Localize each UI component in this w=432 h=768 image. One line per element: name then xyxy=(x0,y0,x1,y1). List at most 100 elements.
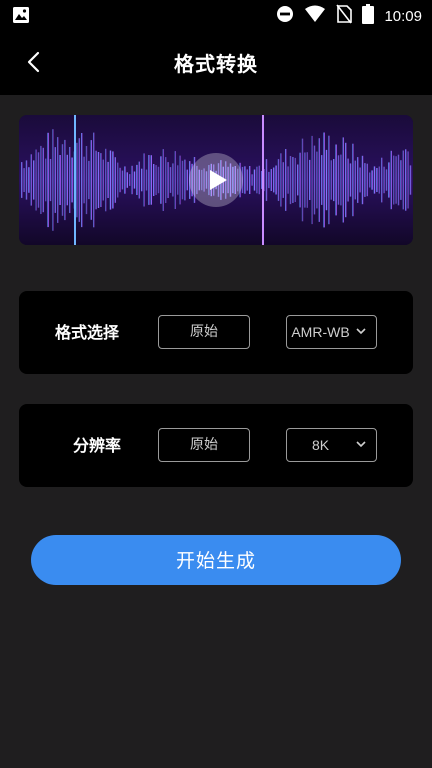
waveform-bar xyxy=(174,151,176,209)
waveform-bar xyxy=(37,152,40,208)
start-generate-button[interactable]: 开始生成 xyxy=(31,535,401,585)
resolution-dropdown[interactable]: 8K xyxy=(286,428,377,462)
waveform-bar xyxy=(165,157,167,203)
waveform-bar xyxy=(294,157,296,202)
waveform-bar xyxy=(157,166,160,194)
waveform-marker xyxy=(74,115,76,245)
play-button[interactable] xyxy=(189,153,243,207)
format-dropdown[interactable]: AMR-WB xyxy=(286,315,377,349)
chevron-down-icon xyxy=(356,328,366,335)
waveform-bar xyxy=(59,155,61,205)
waveform-bar xyxy=(136,164,138,195)
app-bar: 格式转换 xyxy=(0,30,432,95)
waveform-bar xyxy=(313,145,316,215)
waveform-bar xyxy=(131,165,133,195)
waveform-bar xyxy=(337,155,340,205)
waveform-bar xyxy=(265,159,268,201)
waveform-bar xyxy=(107,161,109,198)
waveform-bar xyxy=(347,158,349,202)
waveform-bar xyxy=(28,167,30,193)
audio-waveform[interactable] xyxy=(19,115,413,245)
waveform-bar xyxy=(289,156,292,205)
waveform-bar xyxy=(88,160,90,200)
waveform-bar xyxy=(109,150,112,210)
waveform-bar xyxy=(76,142,78,218)
waveform-bar xyxy=(273,167,275,193)
waveform-bar xyxy=(169,167,172,193)
waveform-bar xyxy=(40,145,42,214)
waveform-bar xyxy=(251,174,253,186)
format-row: 格式选择 原始 AMR-WB xyxy=(19,291,413,374)
waveform-bar xyxy=(21,162,23,198)
waveform-bar xyxy=(397,154,400,206)
waveform-bar xyxy=(133,171,136,189)
waveform-bar xyxy=(150,155,152,205)
waveform-bar xyxy=(345,142,347,218)
waveform-bar xyxy=(282,162,284,198)
waveform-bar xyxy=(246,169,248,191)
format-source-box: 原始 xyxy=(158,315,250,349)
waveform-bar xyxy=(117,162,119,198)
waveform-bar xyxy=(102,159,104,201)
waveform-bar xyxy=(316,151,318,209)
waveform-bar xyxy=(297,164,299,196)
battery-icon xyxy=(362,4,375,28)
waveform-bar xyxy=(349,163,352,197)
waveform-bar xyxy=(25,160,28,200)
waveform-bar xyxy=(57,137,59,223)
waveform-bar xyxy=(383,166,385,194)
waveform-bar xyxy=(292,157,294,203)
waveform-bar xyxy=(306,152,308,208)
waveform-bar xyxy=(369,172,371,188)
waveform-bar xyxy=(35,149,37,211)
format-selected-value: AMR-WB xyxy=(291,324,350,340)
waveform-bar xyxy=(52,129,54,231)
waveform-bar xyxy=(405,149,407,211)
do-not-disturb-icon xyxy=(276,5,294,27)
waveform-bar xyxy=(299,152,301,208)
waveform-bar xyxy=(33,160,35,200)
waveform-bar xyxy=(177,165,179,195)
waveform-bar xyxy=(167,162,169,198)
waveform-bar xyxy=(95,150,97,210)
waveform-bar xyxy=(277,159,280,201)
waveform-bar xyxy=(93,132,95,228)
waveform-bar xyxy=(186,169,188,191)
waveform-bar xyxy=(328,135,330,225)
waveform-bar xyxy=(352,143,354,217)
waveform-bar xyxy=(381,157,383,203)
waveform-bar xyxy=(49,159,52,202)
status-bar: 10:09 xyxy=(0,0,432,30)
waveform-bar xyxy=(340,154,342,206)
waveform-bar xyxy=(364,163,366,197)
waveform-bar xyxy=(244,166,246,194)
waveform-bar xyxy=(390,150,392,210)
waveform-bar xyxy=(301,138,304,222)
page-title: 格式转换 xyxy=(174,52,258,76)
waveform-bar xyxy=(333,159,335,202)
waveform-bar xyxy=(407,151,409,209)
waveform-bar xyxy=(172,163,174,197)
waveform-bar xyxy=(97,152,100,208)
waveform-bar xyxy=(61,144,64,216)
waveform-bar xyxy=(126,172,128,188)
waveform-bar xyxy=(361,155,364,205)
waveform-bar xyxy=(121,170,124,190)
waveform-bar xyxy=(179,155,181,205)
waveform-bar xyxy=(78,138,80,222)
waveform-bar xyxy=(148,155,150,205)
waveform-bar xyxy=(112,151,114,209)
waveform-bar xyxy=(359,167,361,193)
waveform-bar xyxy=(393,155,395,205)
waveform-bar xyxy=(69,147,71,213)
waveform-bar xyxy=(330,160,332,200)
waveform-bar xyxy=(323,132,325,228)
format-label: 格式选择 xyxy=(55,323,120,342)
waveform-bar xyxy=(162,149,164,211)
waveform-bar xyxy=(342,137,344,223)
waveform-bar xyxy=(64,139,66,221)
waveform-bar xyxy=(100,153,102,207)
waveform-bar xyxy=(318,138,320,222)
waveform-bar xyxy=(54,147,56,213)
waveform-bar xyxy=(270,169,272,191)
